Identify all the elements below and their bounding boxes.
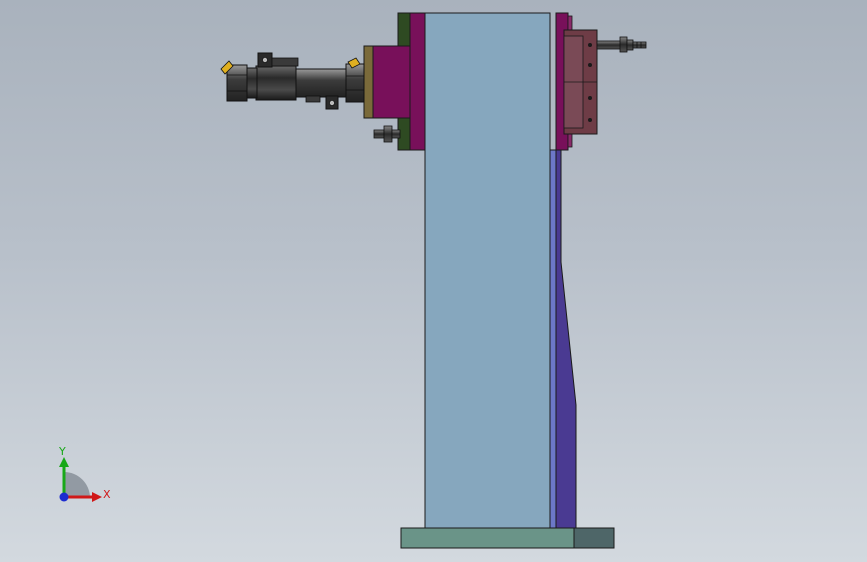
base-plate-front (400, 527, 575, 549)
front-flange-plate (409, 12, 426, 151)
triad-y-arrow (59, 457, 69, 467)
front-flange[interactable] (363, 12, 426, 151)
base-plate-end (573, 527, 615, 549)
triad-x-label: X (103, 488, 111, 501)
front-boss (371, 45, 411, 119)
cylinder-bottom-bracket (305, 95, 321, 103)
rear-bolt-hole-4 (588, 118, 592, 122)
base-plate[interactable] (400, 527, 615, 549)
triad-rotation-arc (64, 472, 90, 497)
cylinder-end-cap (226, 64, 248, 102)
3d-viewport[interactable]: X Y (0, 0, 867, 562)
front-gasket-top (397, 12, 411, 49)
rear-bolt-hole-2 (588, 63, 592, 67)
rear-bolt-hole-1 (588, 43, 592, 47)
main-column[interactable] (424, 12, 551, 529)
cylinder-nut (345, 63, 365, 103)
front-spacer (363, 45, 374, 119)
clamp-cylinder[interactable] (220, 52, 365, 110)
rear-locating-pin[interactable] (596, 36, 647, 53)
cylinder-body (255, 65, 297, 101)
triad-x-arrow (92, 492, 102, 502)
cad-model-scene[interactable]: X Y (0, 0, 867, 562)
rear-bolt-hole-3 (588, 96, 592, 100)
triad-y-label: Y (58, 445, 66, 458)
triad-z-axis (59, 492, 69, 502)
rear-brace[interactable] (553, 149, 577, 529)
view-orientation-triad[interactable]: X Y (58, 445, 111, 502)
rear-brace-edge (549, 149, 557, 529)
rear-mount-block[interactable] (563, 29, 598, 135)
front-small-bolt[interactable] (373, 125, 401, 143)
